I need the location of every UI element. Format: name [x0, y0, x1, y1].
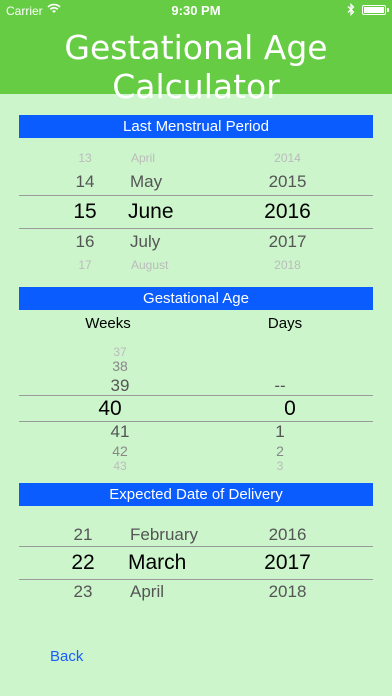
edd-year-option: 2016	[268, 525, 307, 544]
picker-weeks-option[interactable]: 38	[80, 358, 160, 374]
battery-icon	[362, 5, 389, 15]
picker-weeks-option[interactable]: 42	[80, 443, 160, 459]
picker-year-option[interactable]: 2014	[250, 151, 325, 165]
picker-days-selected[interactable]: 0	[250, 397, 330, 421]
edd-day-option: 23	[73, 582, 93, 601]
picker-year-selected[interactable]: 2016	[250, 200, 325, 224]
picker-month-option[interactable]: May	[115, 172, 230, 192]
picker-weeks-selected[interactable]: 40	[70, 397, 150, 421]
picker-day-option[interactable]: 16	[55, 232, 115, 252]
picker-month-selected[interactable]: June	[115, 200, 228, 224]
picker-weeks-option[interactable]: 39	[80, 376, 160, 396]
picker-divider	[19, 195, 373, 196]
lmp-section-header: Last Menstrual Period	[19, 115, 373, 138]
days-column-label: Days	[267, 315, 303, 332]
picker-weeks-option[interactable]: 37	[80, 345, 160, 359]
picker-month-option[interactable]: July	[115, 232, 230, 252]
status-bar: Carrier 9:30 PM	[0, 0, 392, 20]
bluetooth-icon	[347, 2, 355, 19]
picker-year-option[interactable]: 2017	[250, 232, 325, 252]
picker-month-option[interactable]: August	[115, 258, 231, 272]
app-title: Gestational Age Calculator	[64, 28, 328, 106]
edd-month-selected: March	[128, 551, 187, 574]
picker-day-option[interactable]: 17	[55, 258, 115, 272]
edd-day-option: 21	[73, 525, 93, 544]
picker-days-option[interactable]: --	[240, 376, 320, 396]
edd-month-option: February	[130, 525, 199, 544]
picker-day-option[interactable]: 13	[55, 151, 115, 165]
edd-section-header: Expected Date of Delivery	[19, 483, 373, 506]
back-button[interactable]: Back	[50, 648, 83, 665]
picker-year-option[interactable]: 2015	[250, 172, 325, 192]
picker-year-option[interactable]: 2018	[250, 258, 325, 272]
weeks-column-label: Weeks	[85, 315, 131, 332]
picker-day-option[interactable]: 14	[55, 172, 115, 192]
edd-year-selected: 2017	[264, 551, 311, 574]
edd-month-option: April	[130, 582, 165, 601]
ga-section-header: Gestational Age	[19, 287, 373, 310]
edd-day-selected: 22	[71, 551, 95, 574]
picker-month-option[interactable]: April	[115, 151, 231, 165]
picker-days-option[interactable]: 1	[240, 422, 320, 442]
picker-days-option[interactable]: 3	[240, 459, 320, 473]
edd-year-option: 2018	[268, 582, 307, 601]
picker-days-option[interactable]: 2	[240, 443, 320, 459]
picker-weeks-option[interactable]: 43	[80, 459, 160, 473]
picker-divider	[19, 228, 373, 229]
app-header: Carrier 9:30 PM Gestational Age Calculat…	[0, 0, 392, 106]
status-time: 9:30 PM	[171, 3, 221, 18]
picker-divider	[19, 546, 373, 547]
picker-weeks-option[interactable]: 41	[80, 422, 160, 442]
picker-divider	[19, 579, 373, 580]
picker-day-selected[interactable]: 15	[55, 200, 115, 224]
